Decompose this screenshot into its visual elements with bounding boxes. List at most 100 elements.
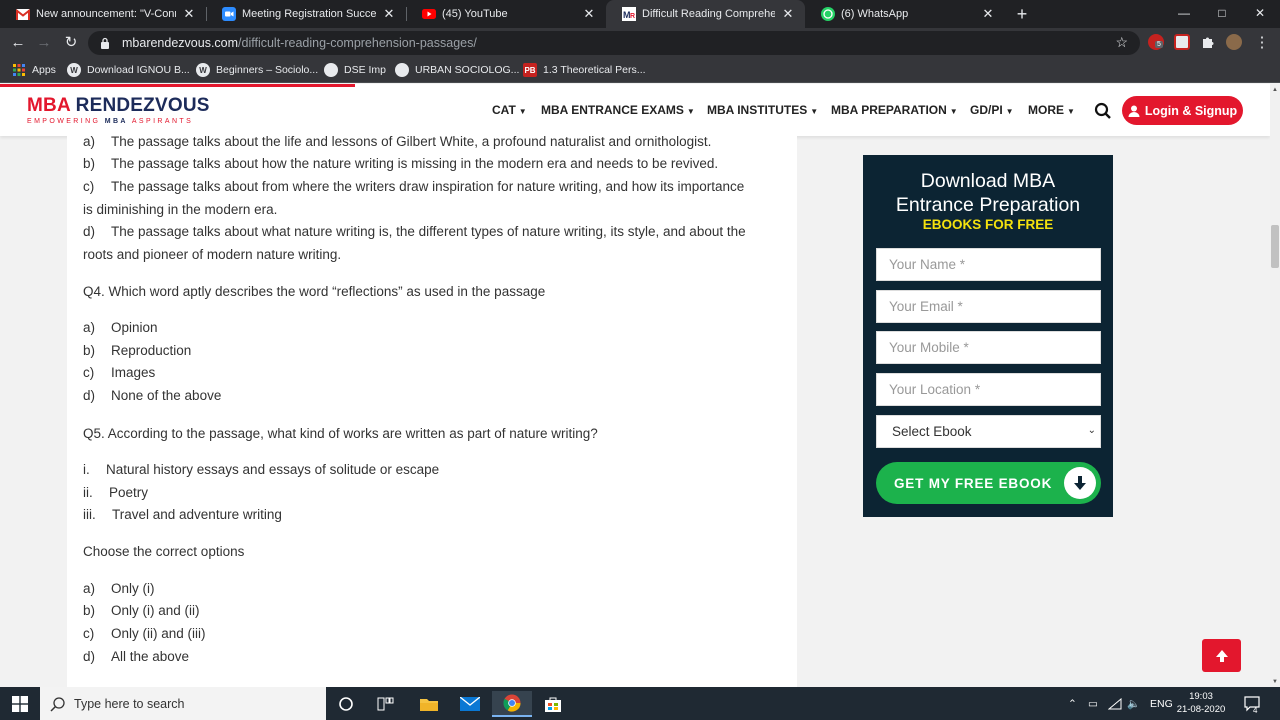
bookmark-item[interactable]: PB 1.3 Theoretical Pers... <box>523 62 646 78</box>
file-explorer-icon[interactable] <box>409 691 449 717</box>
search-icon[interactable] <box>1094 102 1112 120</box>
windows-start-icon[interactable] <box>0 687 40 720</box>
cta-label: GET MY FREE EBOOK <box>894 475 1053 491</box>
svg-text:R: R <box>630 13 635 20</box>
window-close-icon[interactable]: ✕ <box>1240 0 1280 28</box>
email-field[interactable]: Your Email * <box>876 290 1101 323</box>
wifi-icon[interactable] <box>1108 687 1122 720</box>
option-line: a) The passage talks about the life and l… <box>83 136 711 149</box>
logo-tagline: EMPOWERING MBA ASPIRANTS <box>27 118 210 125</box>
arrow-up-icon <box>1215 649 1228 662</box>
browser-tab-strip: New announcement: "V-Connect ✕ Meeting R… <box>0 0 1280 28</box>
login-signup-button[interactable]: Login & Signup <box>1122 96 1243 125</box>
tab-title: (45) YouTube <box>442 8 508 20</box>
scrollbar-thumb[interactable] <box>1271 225 1279 268</box>
tab-whatsapp[interactable]: (6) WhatsApp ✕ <box>805 0 1005 28</box>
scroll-down-icon[interactable]: ▼ <box>1272 679 1278 685</box>
mobile-field[interactable]: Your Mobile * <box>876 331 1101 364</box>
chrome-icon[interactable] <box>492 691 532 717</box>
bookmark-item[interactable]: W Beginners – Sociolo... <box>196 62 318 78</box>
language-indicator[interactable]: ENG <box>1150 687 1173 720</box>
mail-icon[interactable] <box>450 691 490 717</box>
close-icon[interactable]: ✕ <box>781 6 795 22</box>
address-bar[interactable]: mbarendezvous.com/difficult-reading-comp… <box>88 31 1140 55</box>
bookmark-label: Download IGNOU B... <box>87 64 190 76</box>
chevron-down-icon: ⌄ <box>1087 425 1096 436</box>
volume-icon[interactable]: 🔈 <box>1127 687 1140 720</box>
nav-mba-preparation[interactable]: MBA PREPARATION ▼ <box>831 103 958 117</box>
bookmark-apps[interactable]: Apps <box>12 62 56 78</box>
back-to-top-button[interactable] <box>1202 639 1241 672</box>
option-letter: c) <box>83 626 95 641</box>
option-line: d) The passage talks about what nature wr… <box>83 224 746 239</box>
scroll-up-icon[interactable]: ▲ <box>1272 87 1278 93</box>
page-scrollbar[interactable]: ▲ ▼ <box>1270 84 1280 687</box>
profile-avatar[interactable] <box>1226 34 1242 50</box>
nav-mba-institutes[interactable]: MBA INSTITUTES ▼ <box>707 103 818 117</box>
option-letter: b) <box>83 156 96 171</box>
bookmark-item[interactable]: URBAN SOCIOLOG... <box>395 62 519 78</box>
notification-center-icon[interactable]: 4 <box>1244 687 1262 720</box>
location-field[interactable]: Your Location * <box>876 373 1101 406</box>
close-icon[interactable]: ✕ <box>382 6 396 22</box>
option-text: None of the above <box>111 388 222 403</box>
nav-label: CAT <box>492 103 516 117</box>
tray-chevron-up-icon[interactable]: ⌃ <box>1068 687 1077 720</box>
option-line: c) Images <box>83 365 155 380</box>
windows-taskbar: Type here to search ⌃ ▭ 🔈 ENG 19:03 21-0… <box>0 687 1280 720</box>
tagline-part: ASPIRANTS <box>127 118 194 125</box>
browser-toolbar: ← → ↻ mbarendezvous.com/difficult-readin… <box>0 28 1280 58</box>
nav-mba-entrance-exams[interactable]: MBA ENTRANCE EXAMS ▼ <box>541 103 695 117</box>
option-text: The passage talks about from where the w… <box>111 179 745 194</box>
user-icon <box>1128 105 1140 117</box>
pocket-extension-icon[interactable] <box>1174 34 1190 50</box>
name-field[interactable]: Your Name * <box>876 248 1101 281</box>
ebook-select[interactable]: Select Ebook ⌄ <box>876 415 1101 448</box>
instruction-text: Choose the correct options <box>83 544 244 559</box>
new-tab-button[interactable]: + <box>1012 2 1032 26</box>
close-icon[interactable]: ✕ <box>582 6 596 22</box>
extension-red-icon[interactable]: 5 <box>1148 34 1164 50</box>
task-view-icon[interactable] <box>366 691 406 717</box>
bookmark-label: DSE Imp <box>344 64 387 76</box>
back-icon[interactable]: ← <box>8 33 28 53</box>
option-letter: a) <box>83 320 96 335</box>
bookmark-label: URBAN SOCIOLOG... <box>415 64 520 76</box>
get-free-ebook-button[interactable]: GET MY FREE EBOOK <box>876 462 1101 504</box>
nav-cat[interactable]: CAT ▼ <box>492 103 527 117</box>
taskbar-search-box[interactable]: Type here to search <box>40 687 326 720</box>
minimize-icon[interactable]: — <box>1164 0 1204 28</box>
tab-zoom[interactable]: Meeting Registration Success - Z ✕ <box>206 0 406 28</box>
reload-icon[interactable]: ↻ <box>61 33 81 53</box>
nav-gdpi[interactable]: GD/PI ▼ <box>970 103 1014 117</box>
store-icon[interactable] <box>533 691 573 717</box>
bookmark-item[interactable]: DSE Imp <box>324 62 386 78</box>
option-line: c) Only (ii) and (iii) <box>83 626 206 641</box>
tab-youtube[interactable]: (45) YouTube ✕ <box>406 0 606 28</box>
forward-icon[interactable]: → <box>34 33 54 53</box>
option-line-cont: is diminishing in the modern era. <box>83 202 277 217</box>
logo-rendezvous: RENDEZVOUS <box>70 95 210 116</box>
close-icon[interactable]: ✕ <box>182 6 196 22</box>
kebab-menu-icon[interactable]: ⋮ <box>1252 33 1272 53</box>
tab-gmail[interactable]: New announcement: "V-Connect ✕ <box>0 0 206 28</box>
nav-more[interactable]: MORE ▼ <box>1028 103 1075 117</box>
option-letter: a) <box>83 136 96 149</box>
url-host: mbarendezvous.com <box>122 36 239 50</box>
option-text: Reproduction <box>111 343 192 358</box>
bookmark-star-icon[interactable]: ☆ <box>1115 34 1128 51</box>
tray-battery-icon[interactable]: ▭ <box>1088 687 1098 720</box>
tab-active-article[interactable]: MR Difficult Reading Comprehension ✕ <box>606 0 805 28</box>
globe-icon <box>324 63 338 77</box>
cortana-icon[interactable] <box>326 691 366 717</box>
site-logo[interactable]: MBA RENDEZVOUS EMPOWERING MBA ASPIRANTS <box>27 95 210 125</box>
taskbar-clock[interactable]: 19:03 21-08-2020 <box>1174 690 1228 716</box>
close-icon[interactable]: ✕ <box>981 6 995 22</box>
maximize-icon[interactable]: □ <box>1202 0 1242 28</box>
option-line: a) Opinion <box>83 320 158 335</box>
lock-icon <box>100 37 112 49</box>
mr-icon: MR <box>622 7 636 21</box>
bookmark-item[interactable]: W Download IGNOU B... <box>67 62 190 78</box>
puzzle-extensions-icon[interactable] <box>1200 34 1216 50</box>
whatsapp-icon <box>821 7 835 21</box>
